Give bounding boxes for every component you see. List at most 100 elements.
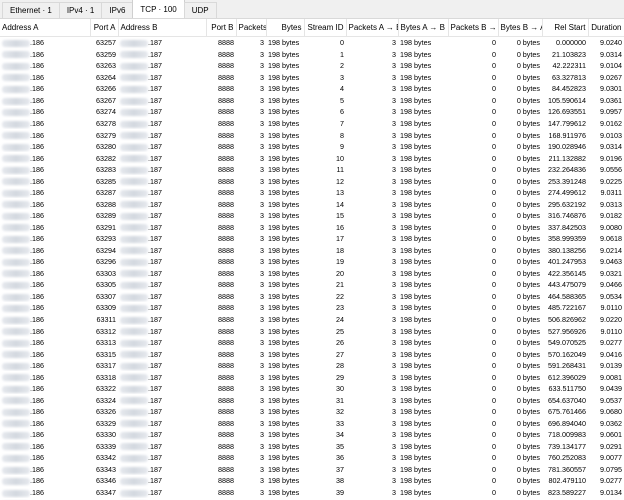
table-row[interactable]: .186 63257.187 8888 3 198 bytes 0 3 198 bytes 0 0… xyxy=(0,37,624,49)
column-header-port-a[interactable]: Port A xyxy=(90,19,119,37)
table-row[interactable]: .186 63264.187 8888 3 198 bytes 3 3 198 bytes 0 0… xyxy=(0,72,624,84)
table-row[interactable]: .186 63294.187 8888 3 198 bytes 18 3 198 bytes 0… xyxy=(0,245,624,257)
table-row[interactable]: .186 63315.187 8888 3 198 bytes 27 3 198 bytes 0… xyxy=(0,348,624,360)
address-a-cell: .186 xyxy=(0,245,90,257)
rel-start-cell: 739.134177 xyxy=(548,441,586,451)
rel-start-cell: 147.799612 xyxy=(548,118,586,128)
tab-ethernet[interactable]: Ethernet · 1 xyxy=(2,2,60,18)
redacted-address xyxy=(2,74,30,82)
table-row[interactable]: .186 63267.187 8888 3 198 bytes 5 3 198 bytes 0 0… xyxy=(0,95,624,107)
bytes-b-a-cell: 0 bytes xyxy=(516,464,540,474)
column-header-address-b[interactable]: Address B xyxy=(118,19,207,37)
table-row[interactable]: .186 63342.187 8888 3 198 bytes 36 3 198 bytes 0… xyxy=(0,452,624,464)
address-a-cell: .186 xyxy=(0,337,90,349)
table-row[interactable]: .186 63296.187 8888 3 198 bytes 19 3 198 bytes 0… xyxy=(0,256,624,268)
table-row[interactable]: .186 63278.187 8888 3 198 bytes 7 3 198 bytes 0 0… xyxy=(0,118,624,130)
bytes-a-b-cell: 198 bytes xyxy=(400,349,432,359)
column-header-bytes-b-a[interactable]: Bytes B → A xyxy=(498,19,543,37)
table-row[interactable]: .186 63263.187 8888 3 198 bytes 2 3 198 bytes 0 0… xyxy=(0,60,624,72)
address-a-cell: .186 xyxy=(0,233,90,245)
table-row[interactable]: .186 63293.187 8888 3 198 bytes 17 3 198 bytes 0… xyxy=(0,233,624,245)
table-row[interactable]: .186 63283.187 8888 3 198 bytes 11 3 198 bytes 0… xyxy=(0,164,624,176)
port-b-cell: 8888 xyxy=(218,361,234,371)
table-row[interactable]: .186 63343.187 8888 3 198 bytes 37 3 198 bytes 0… xyxy=(0,464,624,476)
column-header-rel-start[interactable]: Rel Start xyxy=(542,19,589,37)
rel-start-cell: 802.479110 xyxy=(548,476,586,486)
stream-id-cell: 7 xyxy=(340,118,344,128)
table-row[interactable]: .186 63322.187 8888 3 198 bytes 30 3 198 bytes 0… xyxy=(0,383,624,395)
packets-b-a-cell: 0 xyxy=(492,464,496,474)
table-row[interactable]: .186 63339.187 8888 3 198 bytes 35 3 198 bytes 0… xyxy=(0,441,624,453)
table-row[interactable]: .186 63330.187 8888 3 198 bytes 34 3 198 bytes 0… xyxy=(0,429,624,441)
table-row[interactable]: .186 63307.187 8888 3 198 bytes 22 3 198 bytes 0… xyxy=(0,291,624,303)
column-header-bytes[interactable]: Bytes xyxy=(266,19,305,37)
table-row[interactable]: .186 63280.187 8888 3 198 bytes 9 3 198 bytes 0 0… xyxy=(0,141,624,153)
redacted-address xyxy=(120,39,148,47)
port-a-cell: 63263 xyxy=(96,61,116,71)
table-row[interactable]: .186 63305.187 8888 3 198 bytes 21 3 198 bytes 0… xyxy=(0,279,624,291)
table-row[interactable]: .186 63329.187 8888 3 198 bytes 33 3 198 bytes 0… xyxy=(0,418,624,430)
table-row[interactable]: .186 63288.187 8888 3 198 bytes 14 3 198 bytes 0… xyxy=(0,198,624,210)
tab-udp[interactable]: UDP xyxy=(183,2,217,18)
port-b-cell: 8888 xyxy=(218,118,234,128)
bytes-cell: 198 bytes xyxy=(268,441,300,451)
column-header-stream-id[interactable]: Stream ID xyxy=(304,19,347,37)
address-b-cell: .187 xyxy=(118,487,206,499)
table-row[interactable]: .186 63313.187 8888 3 198 bytes 26 3 198 bytes 0… xyxy=(0,337,624,349)
port-b-cell: 8888 xyxy=(218,234,234,244)
table-row[interactable]: .186 63291.187 8888 3 198 bytes 16 3 198 bytes 0… xyxy=(0,222,624,234)
bytes-b-a-cell: 0 bytes xyxy=(516,349,540,359)
table-row[interactable]: .186 63285.187 8888 3 198 bytes 12 3 198 bytes 0… xyxy=(0,175,624,187)
column-header-packets-b-a[interactable]: Packets B → A xyxy=(448,19,499,37)
redacted-address xyxy=(2,489,30,497)
table-row[interactable]: .186 63259.187 8888 3 198 bytes 1 3 198 bytes 0 0… xyxy=(0,49,624,61)
column-header-packets-a-b[interactable]: Packets A → B xyxy=(346,19,399,37)
table-row[interactable]: .186 63326.187 8888 3 198 bytes 32 3 198 bytes 0… xyxy=(0,406,624,418)
table-row[interactable]: .186 63312.187 8888 3 198 bytes 25 3 198 bytes 0… xyxy=(0,325,624,337)
redacted-address xyxy=(2,282,30,290)
packets-b-a-cell: 0 xyxy=(492,95,496,105)
tab-tcp[interactable]: TCP · 100 xyxy=(132,0,185,18)
table-row[interactable]: .186 63324.187 8888 3 198 bytes 31 3 198 bytes 0… xyxy=(0,394,624,406)
redacted-address xyxy=(2,235,30,243)
tab-ipv4[interactable]: IPv4 · 1 xyxy=(58,2,103,18)
column-header-bytes-a-b[interactable]: Bytes A → B xyxy=(398,19,449,37)
column-header-packets[interactable]: Packets xyxy=(236,19,267,37)
table-row[interactable]: .186 63279.187 8888 3 198 bytes 8 3 198 bytes 0 0… xyxy=(0,129,624,141)
column-header-duration[interactable]: Duration xyxy=(588,19,624,37)
column-header-address-a[interactable]: Address A ^ xyxy=(0,19,91,37)
port-b-cell: 8888 xyxy=(218,165,234,175)
table-row[interactable]: .186 63287.187 8888 3 198 bytes 13 3 198 bytes 0… xyxy=(0,187,624,199)
address-a-cell: .186 xyxy=(0,256,90,268)
bytes-cell: 198 bytes xyxy=(268,142,300,152)
table-row[interactable]: .186 63274.187 8888 3 198 bytes 6 3 198 bytes 0 0… xyxy=(0,106,624,118)
stream-id-cell: 37 xyxy=(336,464,344,474)
redacted-address xyxy=(2,431,30,439)
table-row[interactable]: .186 63317.187 8888 3 198 bytes 28 3 198 bytes 0… xyxy=(0,360,624,372)
tab-ipv6[interactable]: IPv6 xyxy=(101,2,134,18)
table-row[interactable]: .186 63303.187 8888 3 198 bytes 20 3 198 bytes 0… xyxy=(0,268,624,280)
rel-start-cell: 506.826962 xyxy=(548,315,586,325)
packets-a-b-cell: 3 xyxy=(392,38,396,48)
table-row[interactable]: .186 63266.187 8888 3 198 bytes 4 3 198 bytes 0 0… xyxy=(0,83,624,95)
address-a-cell: .186 xyxy=(0,152,90,164)
address-b-cell: .187 xyxy=(118,49,206,61)
port-b-cell: 8888 xyxy=(218,268,234,278)
table-row[interactable]: .186 63289.187 8888 3 198 bytes 15 3 198 bytes 0… xyxy=(0,210,624,222)
table-row[interactable]: .186 63282.187 8888 3 198 bytes 10 3 198 bytes 0… xyxy=(0,152,624,164)
address-b-cell: .187 xyxy=(118,475,206,487)
packets-cell: 3 xyxy=(260,384,264,394)
table-row[interactable]: .186 63318.187 8888 3 198 bytes 29 3 198 bytes 0… xyxy=(0,371,624,383)
column-header-port-b[interactable]: Port B xyxy=(206,19,237,37)
table-row[interactable]: .186 63309.187 8888 3 198 bytes 23 3 198 bytes 0… xyxy=(0,302,624,314)
table-row[interactable]: .186 63311.187 8888 3 198 bytes 24 3 198 bytes 0… xyxy=(0,314,624,326)
bytes-b-a-cell: 0 bytes xyxy=(516,303,540,313)
conversations-table[interactable]: Address A ^ Port A Address B Port B Packets By… xyxy=(0,19,624,500)
port-a-cell: 63317 xyxy=(96,361,116,371)
table-row[interactable]: .186 63346.187 8888 3 198 bytes 38 3 198 bytes 0… xyxy=(0,475,624,487)
address-a-cell: .186 xyxy=(0,118,90,130)
bytes-a-b-cell: 198 bytes xyxy=(400,130,432,140)
rel-start-cell: 633.511750 xyxy=(548,384,586,394)
table-row[interactable]: .186 63347.187 8888 3 198 bytes 39 3 198 bytes 0… xyxy=(0,487,624,499)
redacted-address xyxy=(2,316,30,324)
